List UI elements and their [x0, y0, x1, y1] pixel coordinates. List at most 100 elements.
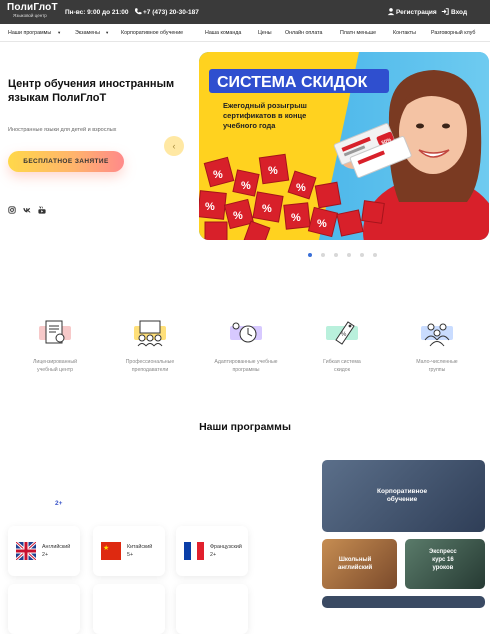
card-title: обучение: [386, 496, 418, 504]
login-link[interactable]: Вход: [451, 9, 467, 16]
carousel-dot[interactable]: [334, 253, 338, 257]
nav-item-online-payment[interactable]: Онлайн оплата: [285, 30, 322, 36]
program-card-chinese[interactable]: ★ Китайский 5+: [93, 526, 165, 576]
feature-small-groups: Мало-численные группы: [397, 318, 477, 375]
feature-label: Адаптированные учебные: [214, 359, 278, 365]
banner-text-line: учебного года: [223, 121, 276, 130]
discount-tag-icon: %: [326, 321, 358, 345]
logo[interactable]: ПолиГлоТ Языковой центр: [7, 3, 58, 19]
carousel-dot[interactable]: [321, 253, 325, 257]
programs-title: Наши программы: [199, 421, 291, 433]
working-hours: Пн-вс: 9:00 до 21:00: [65, 9, 129, 16]
feature-teachers: Профессиональные преподаватели: [110, 318, 190, 375]
uk-flag-icon: [16, 542, 36, 560]
feature-label: Мало-численные: [416, 359, 458, 365]
feature-label: Лицензированный: [33, 359, 77, 365]
nav-item-corporate[interactable]: Корпоративное обучение: [121, 30, 183, 36]
svg-text:%: %: [317, 218, 327, 230]
card-express-course[interactable]: Экспресс курс 16 уроков: [405, 539, 485, 589]
small-groups-icon: [421, 323, 453, 347]
feature-programs: Адаптированные учебные программы: [206, 318, 286, 375]
teachers-icon: [134, 320, 166, 347]
user-icon: [387, 8, 395, 16]
chevron-down-icon: ▾: [58, 30, 61, 35]
carousel-dot[interactable]: [360, 253, 364, 257]
logo-name: ПолиГлоТ: [7, 2, 58, 13]
banner-text-line: сертификатов в конце: [223, 111, 306, 120]
logo-subtitle: Языковой центр: [13, 13, 47, 18]
france-flag-icon: [184, 542, 204, 560]
program-age: 2+: [210, 552, 217, 559]
svg-text:%: %: [205, 201, 215, 213]
vk-icon[interactable]: [23, 206, 31, 214]
nav-item-programs[interactable]: Наши программы: [8, 30, 51, 36]
promo-banner[interactable]: 50% %%% %%% %%% СИСТЕМА СКИДОК Ежегодный…: [199, 52, 489, 240]
youtube-icon[interactable]: [38, 206, 46, 214]
svg-text:%: %: [291, 212, 301, 224]
license-document-icon: [39, 320, 71, 344]
age-filter[interactable]: 2+: [55, 500, 62, 507]
card-title: Экспресс: [429, 549, 457, 555]
carousel-prev-button[interactable]: ‹: [164, 136, 184, 156]
program-card[interactable]: [176, 584, 248, 634]
svg-text:%: %: [233, 210, 243, 222]
card-title: Корпоративное: [377, 488, 428, 495]
program-card[interactable]: [93, 584, 165, 634]
hero-subtitle: Иностранные языки для детей и взрослых: [8, 127, 117, 133]
feature-licensed: Лицензированный учебный центр: [15, 318, 95, 375]
svg-text:★: ★: [103, 544, 109, 552]
instagram-icon[interactable]: [8, 206, 16, 214]
svg-text:%: %: [268, 165, 278, 177]
china-flag-icon: ★: [101, 542, 121, 560]
card-corporate[interactable]: Корпоративное обучение: [322, 460, 485, 532]
program-card-english[interactable]: Английский 2+: [8, 526, 80, 576]
carousel-dot[interactable]: [347, 253, 351, 257]
phone-icon: [134, 8, 142, 15]
card-title: английский: [338, 564, 373, 571]
adapted-programs-icon: [230, 322, 262, 343]
svg-text:%: %: [241, 180, 251, 192]
carousel-dot-active[interactable]: [308, 253, 312, 257]
svg-text:%: %: [296, 182, 306, 194]
phone-number[interactable]: +7 (473) 20-30-187: [143, 9, 199, 16]
nav-item-exams[interactable]: Экзамены: [75, 30, 100, 36]
feature-discounts: % Гибкая система скидок: [302, 318, 382, 375]
feature-label: преподаватели: [131, 366, 169, 373]
card-title: уроков: [432, 564, 454, 571]
nav-item-speaking-club[interactable]: Разговорный клуб: [431, 30, 475, 36]
banner-artwork: 50% %%% %%% %%% СИСТЕМА СКИДОК Ежегодный…: [199, 52, 489, 240]
svg-text:%: %: [341, 332, 347, 338]
top-bar: ПолиГлоТ Языковой центр Пн-вс: 9:00 до 2…: [0, 0, 490, 24]
nav-item-team[interactable]: Наша команда: [205, 30, 241, 36]
nav-item-contacts[interactable]: Контакты: [393, 30, 416, 36]
program-card[interactable]: [8, 584, 80, 634]
nav-item-prices[interactable]: Цены: [258, 30, 272, 36]
register-link[interactable]: Регистрация: [396, 9, 437, 16]
chevron-down-icon: ▾: [106, 30, 109, 35]
svg-text:%: %: [262, 203, 272, 215]
main-nav: Наши программы ▾ Экзамены ▾ Корпоративно…: [0, 24, 490, 42]
program-card-french[interactable]: Французский 2+: [176, 526, 248, 576]
svg-text:%: %: [213, 169, 223, 181]
program-name: Английский: [42, 544, 71, 550]
program-name: Китайский: [127, 544, 153, 550]
banner-text-line: Ежегодный розыгрыш: [223, 101, 307, 110]
free-lesson-button[interactable]: БЕСПЛАТНОЕ ЗАНЯТИЕ: [8, 151, 124, 172]
program-card[interactable]: [322, 596, 485, 608]
program-age: 2+: [42, 552, 49, 559]
feature-label: Гибкая система: [323, 359, 361, 365]
nav-item-pay-less[interactable]: Платн меньше: [340, 30, 376, 36]
banner-headline: СИСТЕМА СКИДОК: [217, 74, 368, 91]
card-title: Школьный: [338, 557, 372, 563]
card-school-english[interactable]: Школьный английский: [322, 539, 397, 589]
feature-label: группы: [428, 366, 446, 373]
program-age: 5+: [127, 552, 134, 559]
chevron-left-icon: ‹: [172, 141, 176, 151]
feature-label: программы: [232, 366, 260, 373]
hero-title: Центр обучения иностранным языкам ПолиГл…: [8, 78, 175, 105]
program-name: Французский: [210, 544, 242, 550]
card-title: курс 16: [432, 556, 454, 563]
feature-label: скидок: [334, 366, 350, 373]
feature-label: Профессиональные: [125, 359, 175, 365]
carousel-dot[interactable]: [373, 253, 377, 257]
